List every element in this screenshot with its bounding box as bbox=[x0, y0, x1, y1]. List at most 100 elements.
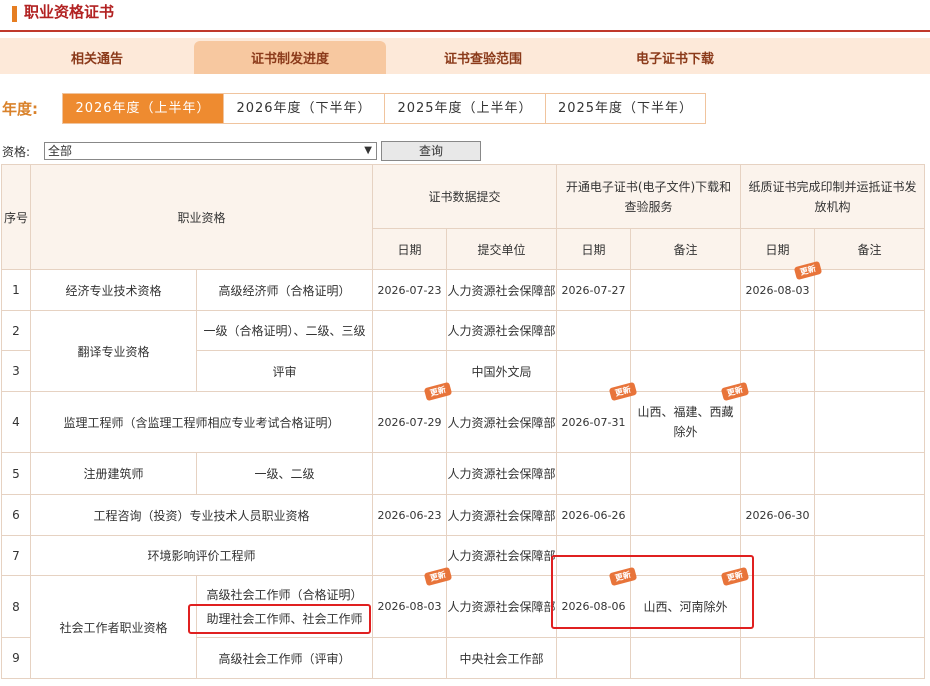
row-submit-unit: 人力资源社会保障部 bbox=[446, 310, 557, 351]
row-paper-date bbox=[740, 350, 815, 392]
query-button[interactable]: 查询 bbox=[381, 141, 481, 161]
row-sub-qualification: 评审 bbox=[196, 350, 373, 392]
row-category: 经济专业技术资格 bbox=[30, 269, 197, 311]
header-date: 日期 bbox=[372, 228, 447, 270]
row-submit-unit: 中央社会工作部 bbox=[446, 637, 557, 679]
row-category: 社会工作者职业资格 bbox=[30, 575, 197, 679]
row-paper-date bbox=[740, 391, 815, 453]
header-date: 日期 bbox=[556, 228, 631, 270]
row-submit-unit: 人力资源社会保障部 bbox=[446, 391, 557, 453]
row-e-cert-note: 山西、福建、西藏除外 bbox=[630, 391, 741, 453]
row-category: 环境影响评价工程师 bbox=[30, 535, 373, 576]
row-paper-date bbox=[740, 637, 815, 679]
year-option[interactable]: 2026年度（下半年） bbox=[224, 94, 385, 123]
row-paper-note bbox=[814, 310, 925, 351]
table-row: 7 环境影响评价工程师 人力资源社会保障部 bbox=[1, 535, 925, 576]
row-category: 注册建筑师 bbox=[30, 452, 197, 495]
header-e-cert-service: 开通电子证书(电子文件)下载和查验服务 bbox=[556, 164, 741, 229]
row-submit-unit: 人力资源社会保障部 bbox=[446, 575, 557, 638]
title-marker bbox=[12, 6, 17, 22]
row-paper-note bbox=[814, 575, 925, 638]
tab-progress[interactable]: 证书制发进度 bbox=[194, 41, 386, 74]
row-submit-date: 2026-06-23 bbox=[372, 494, 447, 536]
row-e-cert-date bbox=[556, 637, 631, 679]
row-submit-date: 2026-08-03 bbox=[372, 575, 447, 638]
row-seq: 5 bbox=[1, 452, 31, 495]
select-value: 全部 bbox=[48, 144, 73, 158]
row-paper-date: 2026-06-30 bbox=[740, 494, 815, 536]
year-label: 年度: bbox=[2, 100, 38, 118]
row-paper-note bbox=[814, 494, 925, 536]
row-paper-date bbox=[740, 452, 815, 495]
row-seq: 7 bbox=[1, 535, 31, 576]
row-e-cert-note bbox=[630, 494, 741, 536]
page-title: 职业资格证书 bbox=[24, 3, 115, 21]
year-selector: 2026年度（上半年） 2026年度（下半年） 2025年度（上半年） 2025… bbox=[62, 93, 706, 124]
table-row: 5 注册建筑师 一级、二级 人力资源社会保障部 bbox=[1, 452, 925, 495]
row-submit-unit: 人力资源社会保障部 bbox=[446, 452, 557, 495]
header-qualification: 职业资格 bbox=[30, 164, 373, 270]
table-row: 1 经济专业技术资格 高级经济师（合格证明） 2026-07-23 人力资源社会… bbox=[1, 269, 925, 311]
year-option[interactable]: 2025年度（下半年） bbox=[546, 94, 705, 123]
qualification-select[interactable]: 全部 ▼ bbox=[44, 142, 377, 160]
table-row: 2 翻译专业资格 一级（合格证明）、二级、三级 人力资源社会保障部 bbox=[1, 310, 925, 392]
row-seq: 9 bbox=[1, 637, 31, 679]
row-seq: 3 bbox=[1, 350, 31, 392]
row-e-cert-date bbox=[556, 310, 631, 351]
row-submit-unit: 中国外文局 bbox=[446, 350, 557, 392]
row-e-cert-note bbox=[630, 637, 741, 679]
row-paper-note bbox=[814, 350, 925, 392]
chevron-down-icon: ▼ bbox=[364, 145, 372, 156]
progress-table: 序号 职业资格 证书数据提交 开通电子证书(电子文件)下载和查验服务 纸质证书完… bbox=[1, 164, 925, 679]
tab-bar: 相关通告 证书制发进度 证书查验范围 电子证书下载 bbox=[0, 38, 930, 74]
row-e-cert-date: 2026-07-27 bbox=[556, 269, 631, 311]
row-sub-qualification: 高级社会工作师（评审） bbox=[196, 637, 373, 679]
year-option[interactable]: 2025年度（上半年） bbox=[385, 94, 546, 123]
row-seq: 1 bbox=[1, 269, 31, 311]
header-seq: 序号 bbox=[1, 164, 31, 270]
table-row: 4 监理工程师（含监理工程师相应专业考试合格证明） 2026-07-29 人力资… bbox=[1, 391, 925, 453]
header-data-submit: 证书数据提交 bbox=[372, 164, 557, 229]
row-paper-date bbox=[740, 310, 815, 351]
header-note: 备注 bbox=[814, 228, 925, 270]
highlight-box bbox=[188, 604, 371, 634]
year-option[interactable]: 2026年度（上半年） bbox=[63, 94, 224, 123]
row-category: 翻译专业资格 bbox=[30, 310, 197, 392]
row-seq: 6 bbox=[1, 494, 31, 536]
header-unit: 提交单位 bbox=[446, 228, 557, 270]
tab-e-cert-download[interactable]: 电子证书下载 bbox=[580, 41, 770, 74]
row-e-cert-note bbox=[630, 452, 741, 495]
row-category: 监理工程师（含监理工程师相应专业考试合格证明） bbox=[30, 391, 373, 453]
row-submit-date bbox=[372, 310, 447, 351]
row-paper-note bbox=[814, 452, 925, 495]
row-submit-unit: 人力资源社会保障部 bbox=[446, 494, 557, 536]
row-sub-qualification: 一级、二级 bbox=[196, 452, 373, 495]
tab-verify-scope[interactable]: 证书查验范围 bbox=[388, 41, 578, 74]
row-paper-note bbox=[814, 391, 925, 453]
row-paper-note bbox=[814, 637, 925, 679]
row-submit-date bbox=[372, 637, 447, 679]
header-note: 备注 bbox=[630, 228, 741, 270]
row-seq: 4 bbox=[1, 391, 31, 453]
row-seq: 8 bbox=[1, 575, 31, 638]
row-submit-unit: 人力资源社会保障部 bbox=[446, 535, 557, 576]
sub-qualification-line: 高级社会工作师（合格证明） bbox=[206, 587, 363, 602]
header-paper-cert: 纸质证书完成印制并运抵证书发放机构 bbox=[740, 164, 925, 229]
table-row: 6 工程咨询（投资）专业技术人员职业资格 2026-06-23 人力资源社会保障… bbox=[1, 494, 925, 536]
row-e-cert-note bbox=[630, 310, 741, 351]
row-submit-date bbox=[372, 452, 447, 495]
table-row: 8 社会工作者职业资格 高级社会工作师（合格证明） 助理社会工作师、社会工作师 … bbox=[1, 575, 925, 679]
row-sub-qualification: 高级经济师（合格证明） bbox=[196, 269, 373, 311]
row-submit-date: 2026-07-23 bbox=[372, 269, 447, 311]
row-e-cert-date bbox=[556, 452, 631, 495]
row-category: 工程咨询（投资）专业技术人员职业资格 bbox=[30, 494, 373, 536]
row-submit-date: 2026-07-29 bbox=[372, 391, 447, 453]
row-paper-note bbox=[814, 269, 925, 311]
tab-notices[interactable]: 相关通告 bbox=[2, 41, 192, 74]
row-e-cert-date: 2026-06-26 bbox=[556, 494, 631, 536]
filter-label: 资格: bbox=[2, 145, 31, 159]
highlight-box bbox=[551, 555, 754, 629]
header-date: 日期 bbox=[740, 228, 815, 270]
row-e-cert-date: 2026-07-31 bbox=[556, 391, 631, 453]
row-paper-note bbox=[814, 535, 925, 576]
